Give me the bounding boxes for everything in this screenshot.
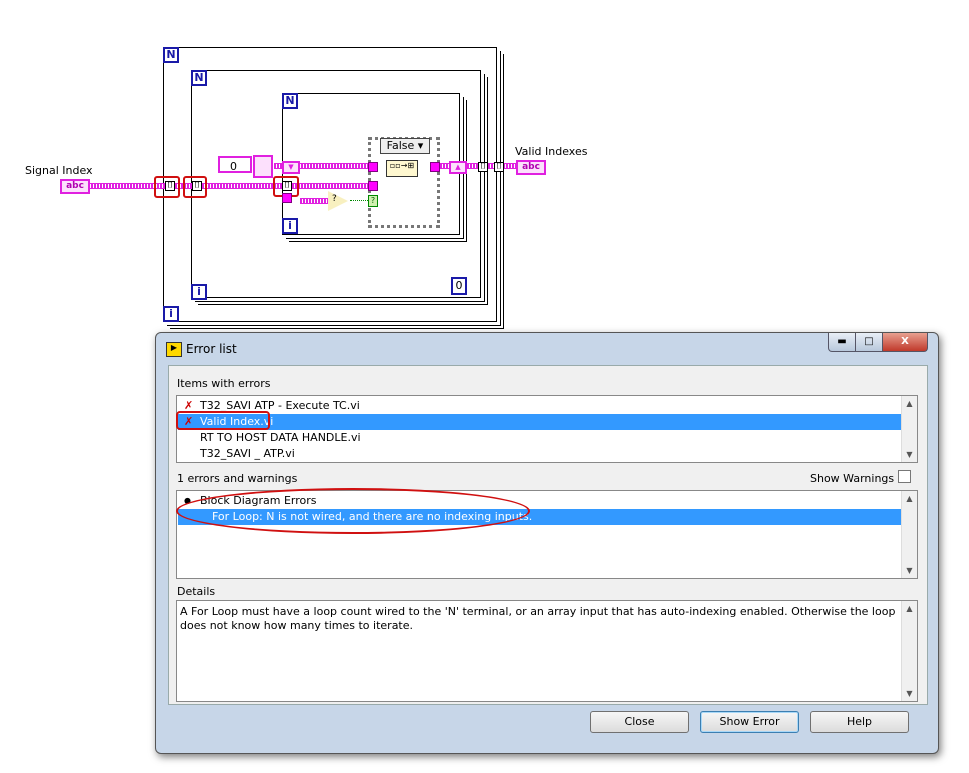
list-item[interactable]: ✗ T32_SAVI ATP - Execute TC.vi xyxy=(178,398,901,414)
outer-loop-count-terminal[interactable]: N xyxy=(163,47,179,63)
errors-count-label: 1 errors and warnings xyxy=(177,472,298,485)
inner-loop-count-terminal[interactable]: N xyxy=(282,93,298,109)
window-close-button[interactable]: X xyxy=(882,333,928,352)
highlight-valid-index xyxy=(176,411,270,430)
items-with-errors-label: Items with errors xyxy=(177,377,271,390)
case-tunnel-top xyxy=(368,162,378,172)
labview-app-icon: ▶ xyxy=(166,342,182,357)
details-label: Details xyxy=(177,585,216,598)
inner-loop-iteration-terminal: i xyxy=(282,218,298,234)
highlight-middle-tunnel xyxy=(183,176,207,198)
item-label: T32_SAVI _ ATP.vi xyxy=(200,447,295,460)
highlight-outer-tunnel xyxy=(154,176,180,198)
valid-indexes-label: Valid Indexes xyxy=(515,145,588,158)
boolean-wire xyxy=(350,200,368,201)
list-item[interactable]: RT TO HOST DATA HANDLE.vi xyxy=(178,430,901,446)
shift-register-init xyxy=(282,193,292,203)
close-button[interactable]: Close xyxy=(590,711,689,733)
list-item-selected[interactable]: ✗ Valid Index.vi xyxy=(178,414,901,430)
signal-wire xyxy=(88,183,372,189)
outer-loop-iteration-terminal: i xyxy=(163,306,179,322)
outer-output-tunnel[interactable]: [] xyxy=(494,162,504,172)
dialog-title: Error list xyxy=(186,342,237,356)
items-scrollbar[interactable]: ▲ ▼ xyxy=(901,396,917,462)
minimize-button[interactable]: ▬ xyxy=(828,333,856,352)
array-constant-index[interactable]: 0 xyxy=(218,156,252,173)
error-list-dialog: ▶ Error list ▬ □ X Items with errors ✗ T3… xyxy=(155,332,939,754)
help-button[interactable]: Help xyxy=(810,711,909,733)
middle-loop-iteration-terminal: i xyxy=(191,284,207,300)
case-output-tunnel xyxy=(430,162,440,172)
signal-index-label: Signal Index xyxy=(25,164,93,177)
case-tunnel-bottom xyxy=(368,181,378,191)
middle-loop-count-terminal[interactable]: N xyxy=(191,70,207,86)
empty-string-compare-icon[interactable] xyxy=(328,191,348,211)
dialog-content: Items with errors ✗ T32_SAVI ATP - Execut… xyxy=(168,365,928,705)
build-array-icon[interactable]: ▫▫→⊞ xyxy=(386,160,418,177)
compare-glyph: ? xyxy=(332,194,337,204)
show-error-button[interactable]: Show Error xyxy=(700,711,799,733)
case-selector[interactable]: False ▾ xyxy=(380,138,430,154)
zero-constant[interactable]: 0 xyxy=(451,277,467,295)
shift-register-left[interactable]: ▼ xyxy=(282,161,300,174)
show-warnings-label: Show Warnings xyxy=(810,472,895,485)
show-warnings-checkbox[interactable] xyxy=(898,470,911,483)
middle-output-tunnel[interactable]: [] xyxy=(478,162,488,172)
details-box[interactable]: A For Loop must have a loop count wired … xyxy=(176,600,918,702)
valid-indexes-indicator[interactable]: abc xyxy=(516,160,546,175)
errors-scrollbar[interactable]: ▲ ▼ xyxy=(901,491,917,578)
compare-wire xyxy=(300,198,328,204)
list-item[interactable]: T32_SAVI _ ATP.vi xyxy=(178,446,901,462)
case-selector-terminal[interactable]: ? xyxy=(368,195,378,207)
item-label: RT TO HOST DATA HANDLE.vi xyxy=(200,431,361,444)
signal-index-control[interactable]: abc xyxy=(60,179,90,194)
highlight-error-ellipse xyxy=(176,488,530,534)
shift-register-right[interactable]: ▲ xyxy=(449,161,467,174)
array-constant-element[interactable] xyxy=(253,155,273,178)
details-text: A For Loop must have a loop count wired … xyxy=(180,605,896,632)
maximize-button[interactable]: □ xyxy=(855,333,883,352)
case-selector-label: False xyxy=(386,139,415,152)
details-scrollbar[interactable]: ▲ ▼ xyxy=(901,601,917,701)
items-list[interactable]: ✗ T32_SAVI ATP - Execute TC.vi ✗ Valid Ind… xyxy=(176,395,918,463)
